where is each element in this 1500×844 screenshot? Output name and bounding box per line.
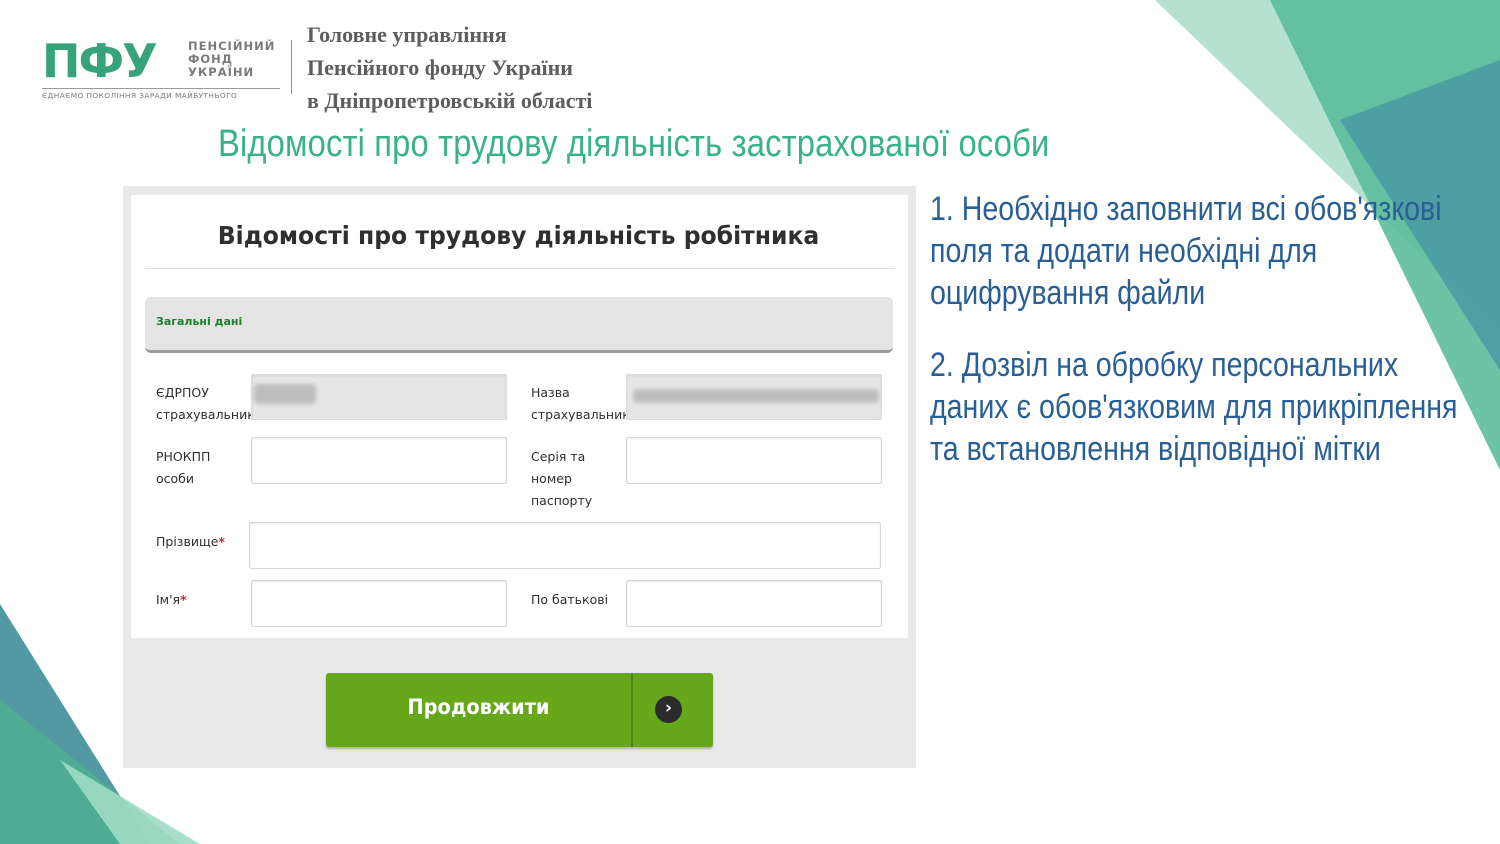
first-name-label: Ім'я* bbox=[156, 589, 187, 611]
org-line: Головне управління bbox=[307, 22, 507, 47]
insurer-name-field[interactable] bbox=[626, 374, 882, 420]
logo-mark: ПФУ bbox=[42, 34, 158, 88]
edrpou-field[interactable] bbox=[251, 374, 507, 420]
patronymic-label: По батькові bbox=[531, 592, 609, 607]
chevron-glyph: › bbox=[664, 698, 672, 718]
button-divider bbox=[631, 673, 633, 747]
label-text: Ім'я bbox=[156, 592, 181, 607]
logo-word: УКРАЇНИ bbox=[188, 65, 255, 79]
header-divider bbox=[291, 40, 292, 94]
insurer-name-label: Назва страхувальника bbox=[531, 382, 637, 426]
redacted-value bbox=[254, 384, 316, 404]
form-card: Відомості про трудову діяльність робітни… bbox=[131, 195, 908, 638]
continue-button[interactable]: Продовжити › bbox=[326, 673, 713, 747]
label-text: Прізвище bbox=[156, 534, 219, 549]
pfu-logo: ПФУ ПЕНСІЙНИЙ ФОНД УКРАЇНИ ЄДНАЄМО ПОКОЛ… bbox=[42, 36, 292, 106]
rnokpp-input[interactable] bbox=[251, 437, 507, 484]
required-mark: * bbox=[218, 534, 225, 549]
logo-words: ПЕНСІЙНИЙ ФОНД УКРАЇНИ bbox=[188, 40, 275, 79]
first-name-input[interactable] bbox=[251, 580, 507, 627]
organization-name: Головне управління Пенсійного фонду Укра… bbox=[307, 18, 592, 117]
instruction-1: 1. Необхідно заповнити всі обов'язкові п… bbox=[930, 190, 1442, 312]
label-line: паспорту bbox=[531, 493, 593, 508]
label-line: РНОКПП bbox=[156, 449, 211, 464]
passport-input[interactable] bbox=[626, 437, 882, 484]
patronymic-input[interactable] bbox=[626, 580, 882, 627]
slide-title: Відомості про трудову діяльність застрах… bbox=[218, 123, 1050, 165]
edrpou-label: ЄДРПОУ страхувальника bbox=[156, 382, 262, 426]
redacted-value bbox=[633, 389, 879, 403]
passport-label: Серія та номер паспорту bbox=[531, 446, 592, 512]
label-line: ЄДРПОУ bbox=[156, 385, 209, 400]
surname-input[interactable] bbox=[249, 522, 881, 569]
form-title: Відомості про трудову діяльність робітни… bbox=[217, 221, 820, 250]
continue-button-label: Продовжити bbox=[407, 695, 550, 719]
chevron-right-icon: › bbox=[655, 696, 682, 723]
label-line: Назва bbox=[531, 385, 570, 400]
label-line: Серія та bbox=[531, 449, 586, 464]
org-line: Пенсійного фонду України bbox=[307, 55, 573, 80]
label-line: страхувальника bbox=[156, 407, 263, 422]
label-line: особи bbox=[156, 471, 195, 486]
required-mark: * bbox=[180, 592, 187, 607]
form-screenshot: Відомості про трудову діяльність робітни… bbox=[123, 186, 916, 768]
divider bbox=[145, 268, 895, 269]
surname-label: Прізвище* bbox=[156, 531, 225, 553]
rnokpp-label: РНОКПП особи bbox=[156, 446, 210, 490]
instructions: 1. Необхідно заповнити всі обов'язкові п… bbox=[930, 188, 1470, 470]
section-label: Загальні дані bbox=[156, 315, 243, 328]
instruction-2: 2. Дозвіл на обробку персональних даних … bbox=[930, 346, 1458, 468]
org-line: в Дніпропетровській області bbox=[307, 88, 593, 113]
logo-tagline: ЄДНАЄМО ПОКОЛІННЯ ЗАРАДИ МАЙБУТНЬОГО bbox=[42, 88, 280, 100]
label-line: номер bbox=[531, 471, 572, 486]
section-header[interactable]: Загальні дані bbox=[145, 297, 893, 353]
label-line: страхувальника bbox=[531, 407, 638, 422]
